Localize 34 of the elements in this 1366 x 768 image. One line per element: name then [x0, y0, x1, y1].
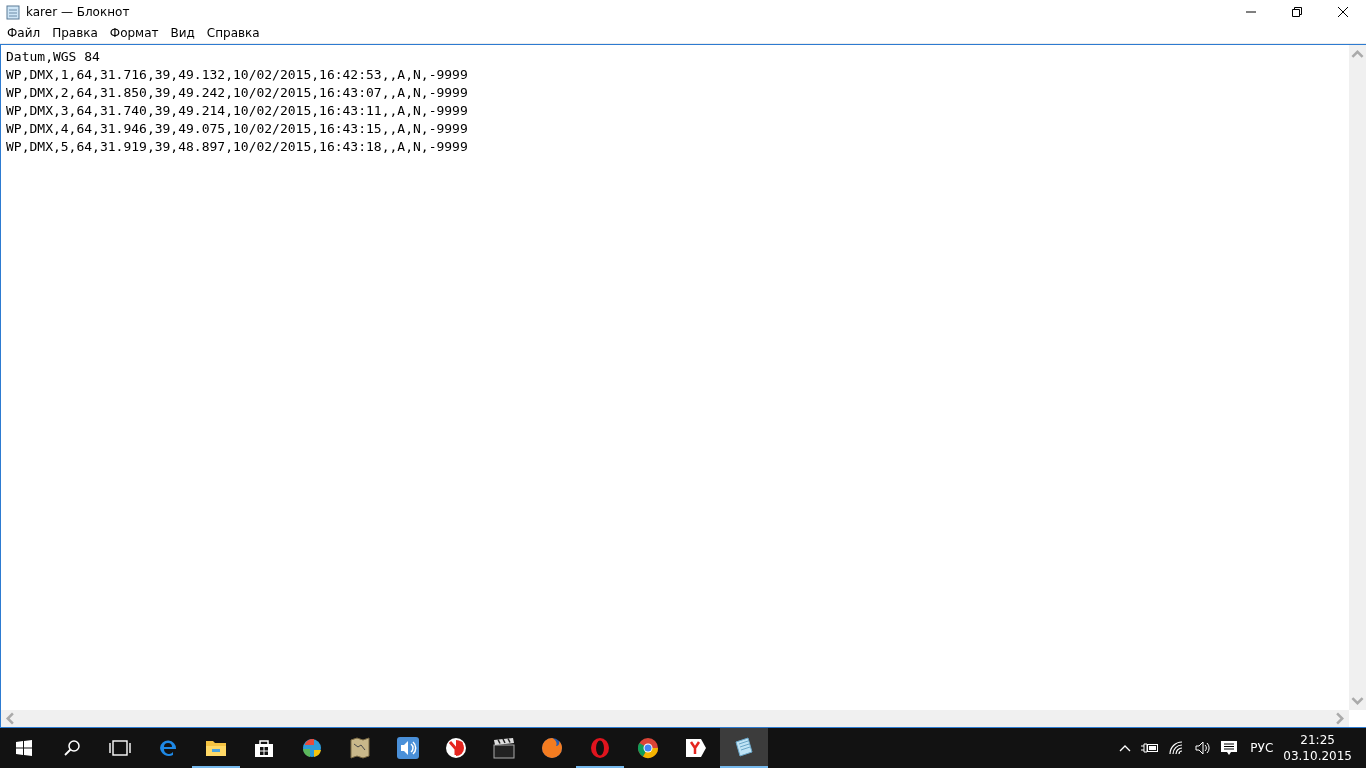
- menu-item[interactable]: Файл: [1, 26, 47, 40]
- ring-icon: [588, 736, 612, 760]
- volume-icon[interactable]: [1195, 741, 1212, 755]
- text-line: WP,DMX,2,64,31.850,39,49.242,10/02/2015,16:43:07,,A,N,-9999: [6, 84, 469, 102]
- notepad-icon: [732, 736, 756, 760]
- window-title: karer — Блокнот: [26, 4, 130, 19]
- y-letter-icon: [444, 736, 468, 760]
- chrome-icon: [636, 736, 660, 760]
- notification-icon[interactable]: [1221, 740, 1238, 756]
- menu-item[interactable]: Вид: [164, 26, 201, 40]
- language-indicator[interactable]: РУС: [1250, 741, 1274, 755]
- text-line: WP,DMX,3,64,31.740,39,49.214,10/02/2015,16:43:11,,A,N,-9999: [6, 102, 469, 120]
- text-line: Datum,WGS 84: [6, 48, 101, 66]
- battery-plug-icon[interactable]: [1141, 742, 1160, 754]
- task-view-icon: [109, 740, 131, 756]
- clapperboard-icon: [492, 736, 516, 760]
- notepad-icon: [5, 3, 21, 20]
- search-icon: [63, 739, 81, 757]
- text-line: WP,DMX,1,64,31.716,39,49.132,10/02/2015,16:42:53,,A,N,-9999: [6, 66, 469, 84]
- windows-logo-icon: [16, 740, 32, 756]
- clock-time[interactable]: 21:25: [1300, 732, 1335, 748]
- text-line: WP,DMX,4,64,31.946,39,49.075,10/02/2015,16:43:15,,A,N,-9999: [6, 120, 469, 138]
- menu-item[interactable]: Формат: [103, 26, 165, 40]
- y-letter-icon: [684, 736, 708, 760]
- clock-date[interactable]: 03.10.2015: [1283, 748, 1352, 764]
- menu-item[interactable]: Справка: [200, 26, 266, 40]
- taskbar-app-button[interactable]: [720, 728, 768, 768]
- chevron-up-icon[interactable]: [1119, 744, 1132, 752]
- map-icon: [348, 736, 372, 760]
- close-icon: [1338, 6, 1348, 17]
- menu-item[interactable]: Правка: [46, 26, 104, 40]
- speaker-icon: [396, 736, 420, 760]
- restore-icon: [1292, 6, 1302, 17]
- text-line: WP,DMX,5,64,31.919,39,48.897,10/02/2015,16:43:18,,A,N,-9999: [6, 138, 469, 156]
